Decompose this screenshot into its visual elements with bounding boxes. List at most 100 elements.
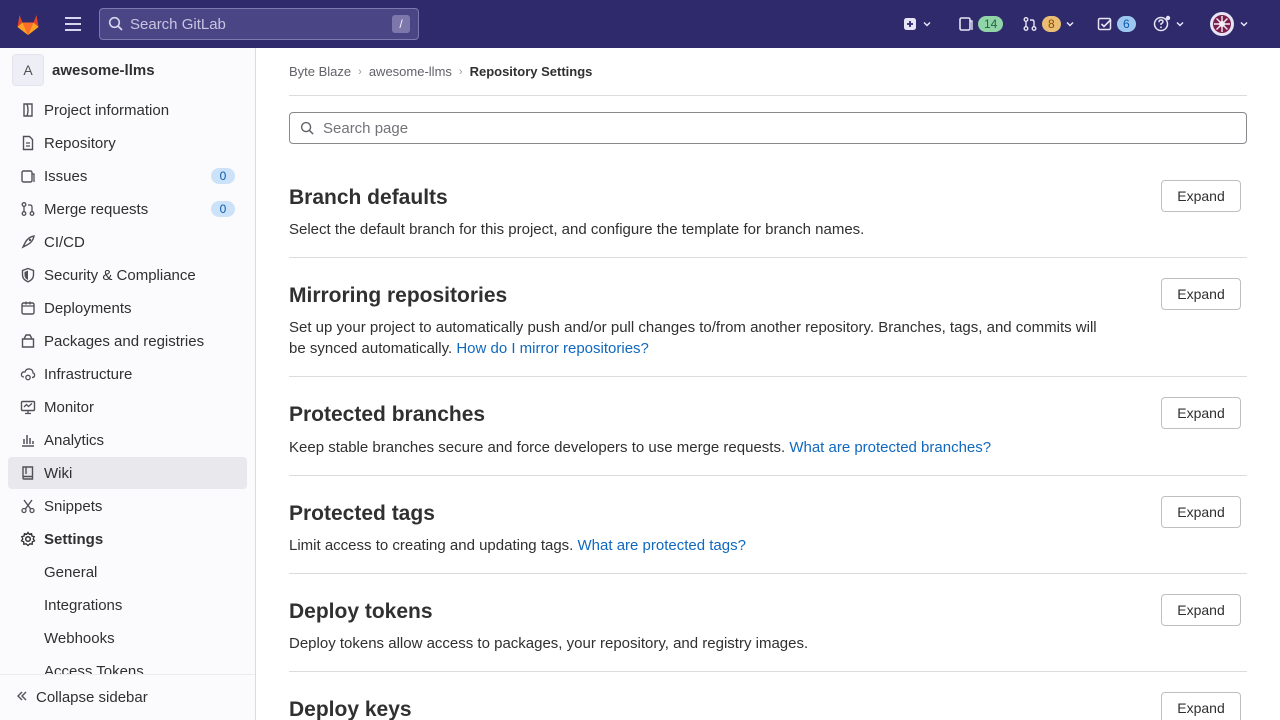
section-deploy-keys: Deploy keys Expand <box>289 672 1247 720</box>
sidebar-item-infrastructure[interactable]: Infrastructure <box>8 358 247 390</box>
sidebar-item-label: Monitor <box>44 398 95 416</box>
scissors-icon <box>20 498 36 514</box>
collapse-sidebar-button[interactable]: Collapse sidebar <box>0 674 255 720</box>
section-deploy-tokens: Deploy tokens Expand Deploy tokens allow… <box>289 574 1247 672</box>
breadcrumb: Byte Blaze › awesome-llms › Repository S… <box>289 64 592 79</box>
info-icon <box>20 102 36 118</box>
settings-sub-webhooks[interactable]: Webhooks <box>8 622 247 654</box>
gitlab-logo-icon[interactable] <box>14 10 42 38</box>
double-chevron-left-icon <box>16 689 28 706</box>
section-description: Limit access to creating and updating ta… <box>289 537 746 554</box>
sidebar-item-label: Project information <box>44 101 170 119</box>
todo-checkbox-icon <box>1097 17 1112 31</box>
issues-icon <box>959 17 973 31</box>
global-search-input[interactable] <box>130 15 390 33</box>
settings-sub-integrations[interactable]: Integrations <box>8 589 247 621</box>
page-search-box[interactable] <box>289 112 1247 144</box>
sidebar-item-label: Infrastructure <box>44 365 133 383</box>
menu-icon[interactable] <box>62 14 84 34</box>
user-menu-button[interactable] <box>1209 12 1249 36</box>
breadcrumb-current[interactable]: Repository Settings <box>470 64 593 79</box>
section-title: Protected branches <box>289 403 486 426</box>
sidebar-item-repository[interactable]: Repository <box>8 127 247 159</box>
sidebar-item-label: Packages and registries <box>44 332 205 350</box>
gear-icon <box>20 531 36 547</box>
mr-count-badge: 8 <box>1042 16 1061 32</box>
project-header[interactable]: A awesome-llms <box>12 54 155 86</box>
project-avatar: A <box>12 54 44 86</box>
sidebar-item-label: Issues <box>44 167 88 185</box>
sidebar-item-issues[interactable]: Issues 0 <box>8 160 247 192</box>
sidebar-item-label: Analytics <box>44 431 105 449</box>
sidebar-item-merge-requests[interactable]: Merge requests 0 <box>8 193 247 225</box>
issues-button[interactable]: 14 <box>958 12 1004 36</box>
section-description: Keep stable branches secure and force de… <box>289 439 992 456</box>
mr-count-badge: 0 <box>211 201 235 217</box>
settings-sub-general[interactable]: General <box>8 556 247 588</box>
search-icon <box>300 121 314 135</box>
help-link[interactable]: What are protected branches? <box>789 439 991 456</box>
shield-icon <box>20 267 36 283</box>
breadcrumb-project[interactable]: awesome-llms <box>369 64 452 79</box>
user-avatar <box>1210 12 1234 36</box>
sidebar-item-label: Settings <box>44 530 104 548</box>
sidebar-item-label: Merge requests <box>44 200 149 218</box>
merge-request-icon <box>1023 17 1037 31</box>
top-navbar: / 14 8 6 <box>0 0 1280 48</box>
chevron-right-icon: › <box>358 65 362 78</box>
section-description: Set up your project to automatically pus… <box>289 319 1097 357</box>
issues-count-badge: 14 <box>978 16 1004 32</box>
merge-requests-button[interactable]: 8 <box>1022 12 1075 36</box>
expand-button[interactable]: Expand <box>1161 692 1241 720</box>
sidebar-item-analytics[interactable]: Analytics <box>8 424 247 456</box>
sidebar-item-snippets[interactable]: Snippets <box>8 490 247 522</box>
section-title: Deploy keys <box>289 698 412 720</box>
section-description: Deploy tokens allow access to packages, … <box>289 635 809 652</box>
sidebar-item-settings[interactable]: Settings <box>8 523 247 555</box>
collapse-sidebar-label: Collapse sidebar <box>36 689 148 706</box>
chart-icon <box>20 432 36 448</box>
help-menu-button[interactable] <box>1153 12 1185 36</box>
rocket-icon <box>20 234 36 250</box>
expand-button[interactable]: Expand <box>1161 180 1241 212</box>
sidebar-item-project-information[interactable]: Project information <box>8 94 247 126</box>
sidebar-item-security[interactable]: Security & Compliance <box>8 259 247 291</box>
sidebar-item-deployments[interactable]: Deployments <box>8 292 247 324</box>
deployments-icon <box>20 300 36 316</box>
book-icon <box>20 465 36 481</box>
section-protected-branches: Protected branches Expand Keep stable br… <box>289 377 1247 476</box>
section-mirroring-repositories: Mirroring repositories Expand Set up you… <box>289 258 1247 377</box>
new-menu-button[interactable] <box>902 12 932 36</box>
monitor-icon <box>20 399 36 415</box>
issues-icon <box>20 168 36 184</box>
todos-button[interactable]: 6 <box>1097 12 1136 36</box>
section-protected-tags: Protected tags Expand Limit access to cr… <box>289 476 1247 574</box>
expand-button[interactable]: Expand <box>1161 594 1241 626</box>
divider <box>289 95 1247 96</box>
chevron-right-icon: › <box>458 65 463 78</box>
expand-button[interactable]: Expand <box>1161 397 1241 429</box>
sidebar-item-ci-cd[interactable]: CI/CD <box>8 226 247 258</box>
chevron-down-icon <box>1176 21 1184 27</box>
breadcrumb-group[interactable]: Byte Blaze <box>289 64 351 79</box>
sidebar-item-label: Deployments <box>44 299 132 317</box>
global-search-box[interactable]: / <box>99 8 419 40</box>
todo-count-badge: 6 <box>1117 16 1136 32</box>
merge-request-icon <box>20 201 36 217</box>
sidebar-item-packages[interactable]: Packages and registries <box>8 325 247 357</box>
package-icon <box>20 333 36 349</box>
sidebar-item-monitor[interactable]: Monitor <box>8 391 247 423</box>
help-link[interactable]: How do I mirror repositories? <box>456 340 649 357</box>
help-icon <box>1153 15 1171 32</box>
chevron-down-icon <box>1066 21 1074 27</box>
sidebar-item-wiki[interactable]: Wiki <box>8 457 247 489</box>
document-icon <box>20 135 36 151</box>
section-title: Protected tags <box>289 502 435 525</box>
sidebar-item-label: Snippets <box>44 497 103 515</box>
page-search-input[interactable] <box>323 119 1203 137</box>
expand-button[interactable]: Expand <box>1161 496 1241 528</box>
help-link[interactable]: What are protected tags? <box>578 537 746 554</box>
expand-button[interactable]: Expand <box>1161 278 1241 310</box>
section-title: Deploy tokens <box>289 600 433 623</box>
project-name: awesome-llms <box>52 61 155 79</box>
